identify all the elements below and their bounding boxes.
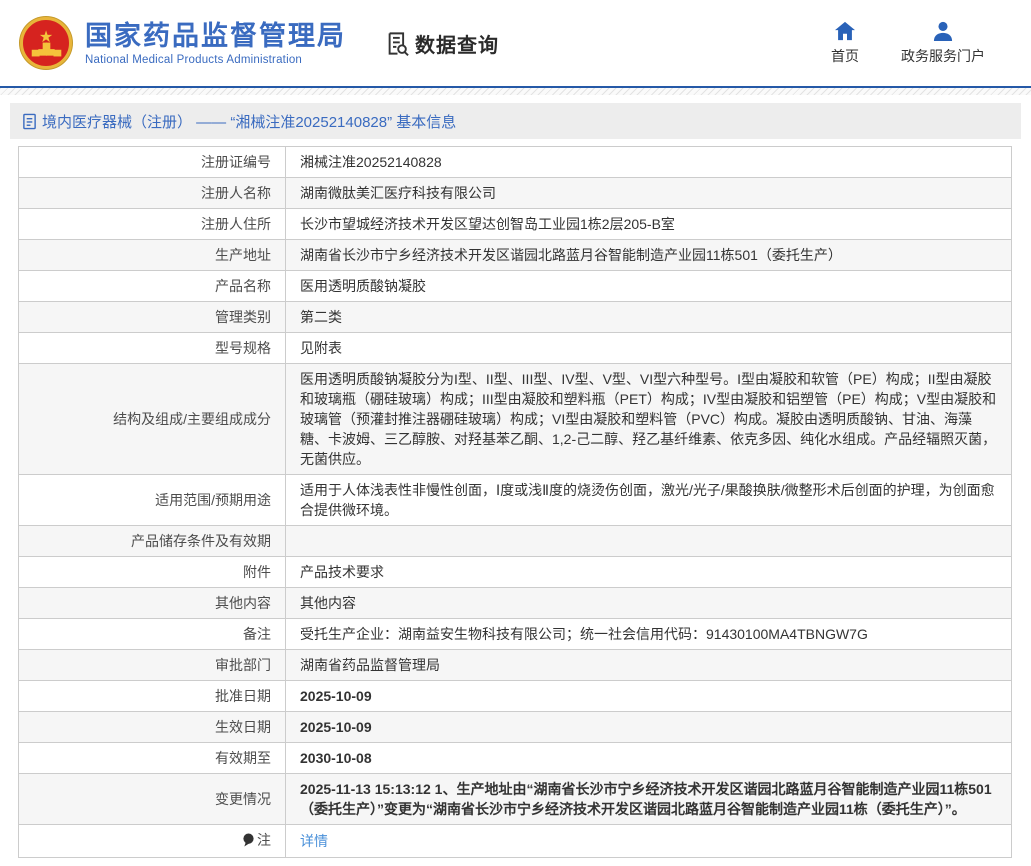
field-value: 医用透明质酸钠凝胶分为I型、II型、III型、IV型、V型、VI型六种型号。I型… [285, 363, 1012, 475]
field-value: 湖南省长沙市宁乡经济技术开发区谐园北路蓝月谷智能制造产业园11栋501（委托生产… [285, 239, 1012, 271]
field-value: 2025-11-13 15:13:12 1、生产地址由“湖南省长沙市宁乡经济技术… [285, 773, 1012, 825]
header-nav: 首页 政务服务门户 [831, 21, 985, 66]
table-row: 附件 产品技术要求 [18, 556, 1012, 588]
page-title: 境内医疗器械（注册） —— “湘械注准20252140828” 基本信息 [42, 113, 457, 131]
field-label: 生产地址 [18, 239, 286, 271]
org-title-en: National Medical Products Administration [85, 53, 303, 66]
table-row: 注册人住所 长沙市望城经济技术开发区望达创智岛工业园1栋2层205-B室 [18, 208, 1012, 240]
field-value: 适用于人体浅表性非慢性创面，Ⅰ度或浅Ⅱ度的烧烫伤创面，激光/光子/果酸换肤/微整… [285, 474, 1012, 526]
table-row: 变更情况 2025-11-13 15:13:12 1、生产地址由“湖南省长沙市宁… [18, 773, 1012, 825]
table-row: 注 详情 [18, 824, 1012, 858]
field-label: 变更情况 [18, 773, 286, 825]
table-row: 备注 受托生产企业：湖南益安生物科技有限公司；统一社会信用代码：91430100… [18, 618, 1012, 650]
field-value: 2025-10-09 [285, 711, 1012, 743]
nav-item-label: 首页 [831, 47, 859, 64]
site-header: ★ ▄▟▙▄ 国家药品监督管理局 National Medical Produc… [0, 0, 1031, 88]
page: ★ ▄▟▙▄ 国家药品监督管理局 National Medical Produc… [0, 0, 1031, 866]
field-label: 适用范围/预期用途 [18, 474, 286, 526]
comment-icon [242, 833, 255, 847]
emblem-gate-icon: ▄▟▙▄ [31, 43, 61, 56]
table-row: 生产地址 湖南省长沙市宁乡经济技术开发区谐园北路蓝月谷智能制造产业园11栋501… [18, 239, 1012, 271]
field-value: 湖南省药品监督管理局 [285, 649, 1012, 681]
field-label: 注册证编号 [18, 146, 286, 178]
table-row: 结构及组成/主要组成成分 医用透明质酸钠凝胶分为I型、II型、III型、IV型、… [18, 363, 1012, 475]
field-label: 附件 [18, 556, 286, 588]
field-label: 生效日期 [18, 711, 286, 743]
site-logo[interactable]: ★ ▄▟▙▄ 国家药品监督管理局 National Medical Produc… [20, 17, 346, 69]
field-value: 见附表 [285, 332, 1012, 364]
home-icon [834, 21, 856, 41]
field-value: 2030-10-08 [285, 742, 1012, 774]
field-label: 审批部门 [18, 649, 286, 681]
data-query-tab[interactable]: 数据查询 [384, 29, 499, 58]
registration-info-table: 注册证编号 湘械注准20252140828 注册人名称 湖南微肽美汇医疗科技有限… [18, 146, 1012, 858]
field-label: 备注 [18, 618, 286, 650]
field-label: 注册人住所 [18, 208, 286, 240]
header-divider [0, 88, 1031, 95]
field-label: 注册人名称 [18, 177, 286, 209]
table-row: 产品储存条件及有效期 [18, 525, 1012, 557]
nav-item-home[interactable]: 首页 [831, 21, 859, 66]
detail-link[interactable]: 详情 [300, 833, 328, 849]
table-row: 有效期至 2030-10-08 [18, 742, 1012, 774]
field-label: 注 [18, 824, 286, 858]
field-value: 湖南微肽美汇医疗科技有限公司 [285, 177, 1012, 209]
table-row: 注册人名称 湖南微肽美汇医疗科技有限公司 [18, 177, 1012, 209]
field-label: 产品名称 [18, 270, 286, 302]
field-label: 管理类别 [18, 301, 286, 333]
table-row: 管理类别 第二类 [18, 301, 1012, 333]
nav-item-portal[interactable]: 政务服务门户 [901, 21, 985, 66]
data-query-label: 数据查询 [415, 34, 499, 57]
table-row: 生效日期 2025-10-09 [18, 711, 1012, 743]
field-value: 其他内容 [285, 587, 1012, 619]
field-label: 其他内容 [18, 587, 286, 619]
field-value: 2025-10-09 [285, 680, 1012, 712]
org-titles: 国家药品监督管理局 National Medical Products Admi… [85, 21, 346, 66]
emblem-star-icon: ★ [38, 28, 54, 46]
table-row: 产品名称 医用透明质酸钠凝胶 [18, 270, 1012, 302]
table-row: 型号规格 见附表 [18, 332, 1012, 364]
org-title-cn: 国家药品监督管理局 [85, 20, 346, 51]
document-icon [22, 113, 42, 130]
table-row: 注册证编号 湘械注准20252140828 [18, 146, 1012, 178]
table-row: 其他内容 其他内容 [18, 587, 1012, 619]
field-value: 第二类 [285, 301, 1012, 333]
field-value: 长沙市望城经济技术开发区望达创智岛工业园1栋2层205-B室 [285, 208, 1012, 240]
field-label: 批准日期 [18, 680, 286, 712]
table-row: 批准日期 2025-10-09 [18, 680, 1012, 712]
table-row: 审批部门 湖南省药品监督管理局 [18, 649, 1012, 681]
field-value: 受托生产企业：湖南益安生物科技有限公司；统一社会信用代码：91430100MA4… [285, 618, 1012, 650]
field-value [285, 525, 1012, 557]
field-value: 医用透明质酸钠凝胶 [285, 270, 1012, 302]
breadcrumb: 境内医疗器械（注册） —— “湘械注准20252140828” 基本信息 [10, 103, 1021, 139]
field-label: 有效期至 [18, 742, 286, 774]
bottom-gap [0, 858, 1031, 866]
field-label: 型号规格 [18, 332, 286, 364]
table-row: 适用范围/预期用途 适用于人体浅表性非慢性创面，Ⅰ度或浅Ⅱ度的烧烫伤创面，激光/… [18, 474, 1012, 526]
field-label: 产品储存条件及有效期 [18, 525, 286, 557]
national-emblem-icon: ★ ▄▟▙▄ [20, 17, 72, 69]
field-label: 结构及组成/主要组成成分 [18, 363, 286, 475]
nav-item-label: 政务服务门户 [901, 47, 985, 64]
field-value: 湘械注准20252140828 [285, 146, 1012, 178]
user-icon [932, 21, 954, 41]
field-value: 详情 [285, 824, 1012, 858]
data-query-icon [384, 30, 411, 57]
note-label-text: 注 [257, 832, 271, 848]
field-value: 产品技术要求 [285, 556, 1012, 588]
